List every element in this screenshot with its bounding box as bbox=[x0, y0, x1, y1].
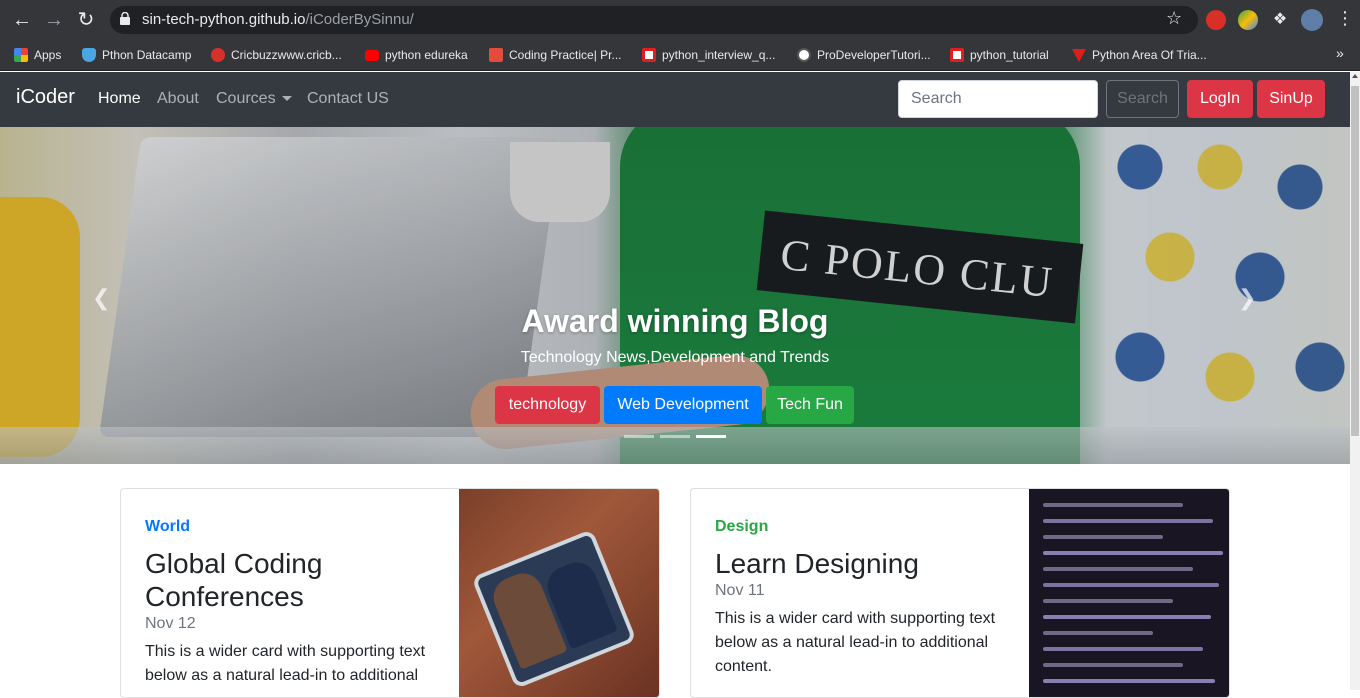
bookmark-label: python edureka bbox=[385, 48, 468, 62]
triangle-logo-icon bbox=[1072, 48, 1086, 62]
card-category: Design bbox=[715, 518, 769, 535]
card-text: This is a wider card with supporting tex… bbox=[145, 643, 426, 684]
bookmark-prodeveloper[interactable]: ProDeveloperTutori... bbox=[797, 46, 931, 64]
signup-button[interactable]: SinUp bbox=[1257, 80, 1325, 118]
scrollbar-thumb[interactable] bbox=[1351, 86, 1359, 436]
card-date: Nov 11 bbox=[715, 582, 765, 599]
scroll-up-icon[interactable] bbox=[1352, 74, 1358, 78]
bookmark-label: Apps bbox=[34, 48, 62, 62]
card-date: Nov 12 bbox=[145, 615, 196, 632]
tg-logo-icon bbox=[489, 48, 503, 62]
blog-card: Design Learn Designing Nov 11 This is a … bbox=[690, 488, 1230, 698]
profile-avatar-icon[interactable] bbox=[1301, 9, 1323, 31]
apps-grid-icon bbox=[14, 48, 28, 62]
card-title: Learn Designing bbox=[715, 548, 919, 579]
bookmark-python-area-of-triangle[interactable]: Python Area Of Tria... bbox=[1072, 46, 1207, 64]
adblock-extension-icon[interactable] bbox=[1206, 10, 1226, 30]
nav-cources-dropdown[interactable]: Cources bbox=[216, 90, 292, 108]
cricket-ball-icon bbox=[211, 48, 225, 62]
reload-icon[interactable]: ↻ bbox=[74, 8, 98, 32]
back-arrow-icon[interactable]: ← bbox=[10, 8, 34, 32]
bookmark-star-icon[interactable]: ☆ bbox=[1166, 8, 1182, 29]
page-scrollbar[interactable] bbox=[1350, 72, 1360, 690]
search-input[interactable] bbox=[898, 80, 1098, 118]
google-drive-extension-icon[interactable] bbox=[1238, 10, 1258, 30]
url-text[interactable]: sin-tech-python.github.io/iCoderBySinnu/ bbox=[142, 11, 414, 28]
shield-icon bbox=[82, 48, 96, 62]
extensions-puzzle-icon[interactable]: ❖ bbox=[1270, 10, 1290, 30]
n-logo-icon bbox=[950, 48, 964, 62]
bookmark-label: python_tutorial bbox=[970, 48, 1049, 62]
bookmark-label: Cricbuzzwww.cricb... bbox=[231, 48, 342, 62]
chevron-down-icon bbox=[281, 96, 292, 102]
more-bookmarks-icon[interactable]: » bbox=[1336, 45, 1344, 61]
bookmarks-bar: Apps Pthon Datacamp Cricbuzzwww.cricb...… bbox=[0, 39, 1360, 71]
code-screen-image bbox=[1029, 489, 1229, 697]
blog-card: World Global Coding Conferences Nov 12 T… bbox=[120, 488, 660, 698]
bookmark-label: Pthon Datacamp bbox=[102, 48, 192, 62]
carousel-indicator-1[interactable] bbox=[624, 435, 654, 438]
bookmark-python-tutorial[interactable]: python_tutorial bbox=[950, 46, 1049, 64]
site-navbar: iCoder Home About Cources Contact US Sea… bbox=[0, 72, 1350, 127]
lock-icon[interactable] bbox=[120, 12, 130, 25]
card-text: This is a wider card with supporting tex… bbox=[715, 610, 996, 675]
login-button[interactable]: LogIn bbox=[1187, 80, 1253, 118]
carousel-subtitle: Technology News,Development and Trends bbox=[520, 349, 830, 366]
forward-arrow-icon[interactable]: → bbox=[42, 8, 66, 32]
n-logo-icon bbox=[642, 48, 656, 62]
bookmark-label: Python Area Of Tria... bbox=[1092, 48, 1207, 62]
card-category: World bbox=[145, 518, 191, 535]
search-button[interactable]: Search bbox=[1106, 80, 1179, 118]
bookmark-apps[interactable]: Apps bbox=[14, 46, 61, 64]
browser-menu-icon[interactable]: ⋮ bbox=[1336, 8, 1354, 29]
bookmark-coding-practice[interactable]: Coding Practice| Pr... bbox=[489, 46, 622, 64]
carousel-indicator-3[interactable] bbox=[696, 435, 726, 438]
bookmark-label: Coding Practice| Pr... bbox=[509, 48, 622, 62]
hero-carousel: C POLO CLU ❮ ❯ Award winning Blog Techno… bbox=[0, 127, 1350, 464]
youtube-icon bbox=[365, 49, 379, 61]
bookmark-python-interview[interactable]: python_interview_q... bbox=[642, 46, 775, 64]
technology-button[interactable]: technology bbox=[495, 386, 600, 424]
globe-icon bbox=[797, 48, 811, 62]
bookmark-cricbuzz[interactable]: Cricbuzzwww.cricb... bbox=[211, 46, 342, 64]
bookmark-label: ProDeveloperTutori... bbox=[817, 48, 931, 62]
nav-cources-label: Cources bbox=[216, 90, 276, 107]
card-thumbnail-image bbox=[459, 489, 659, 697]
web-development-button[interactable]: Web Development bbox=[604, 386, 762, 424]
bookmark-label: python_interview_q... bbox=[662, 48, 776, 62]
carousel-title: Award winning Blog bbox=[521, 303, 829, 339]
bookmark-python-edureka[interactable]: python edureka bbox=[365, 46, 468, 64]
brand-logo[interactable]: iCoder bbox=[16, 86, 75, 109]
tech-fun-button[interactable]: Tech Fun bbox=[766, 386, 854, 424]
browser-toolbar: ← → ↻ sin-tech-python.github.io/iCoderBy… bbox=[0, 0, 1360, 39]
nav-about[interactable]: About bbox=[157, 90, 199, 108]
nav-home[interactable]: Home bbox=[98, 90, 141, 108]
nav-contact-us[interactable]: Contact US bbox=[307, 90, 389, 108]
carousel-indicator-2[interactable] bbox=[660, 435, 690, 438]
card-title: Global Coding Conferences bbox=[145, 548, 323, 612]
bookmark-pthon-datacamp[interactable]: Pthon Datacamp bbox=[82, 46, 191, 64]
phone-photo-image bbox=[471, 529, 637, 689]
